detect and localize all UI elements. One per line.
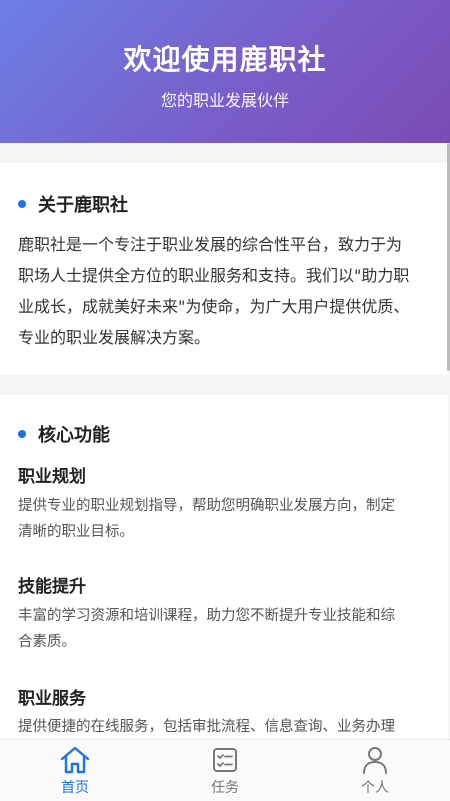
section-bullet-icon [18, 200, 26, 208]
core-section-heading: 核心功能 [18, 421, 110, 447]
about-card: 关于鹿职社 鹿职社是一个专注于职业发展的综合性平台，致力于为 职场人士提供全方位… [0, 163, 448, 375]
core-section-title: 核心功能 [38, 425, 110, 446]
home-icon [60, 746, 90, 774]
about-line: 职场人士提供全方位的职业服务和支持。我们以"助力职 [18, 266, 410, 285]
tab-home-label: 首页 [61, 780, 89, 796]
tab-tasks-label: 任务 [211, 780, 239, 796]
feature-desc-line: 提供专业的职业规划指导，帮助您明确职业发展方向，制定 [18, 498, 395, 514]
feature-desc-career-services: 提供便捷的在线服务，包括审批流程、信息查询、业务办理 [18, 714, 432, 739]
about-section-heading: 关于鹿职社 [18, 191, 128, 217]
tab-profile[interactable]: 个人 [300, 740, 450, 801]
content-scroll-area[interactable]: 关于鹿职社 鹿职社是一个专注于职业发展的综合性平台，致力于为 职场人士提供全方位… [0, 143, 450, 739]
core-features-card: 核心功能 职业规划 提供专业的职业规划指导，帮助您明确职业发展方向，制定 清晰的… [0, 395, 448, 739]
tab-profile-label: 个人 [361, 780, 389, 796]
section-bullet-icon [18, 430, 26, 438]
about-paragraph: 鹿职社是一个专注于职业发展的综合性平台，致力于为 职场人士提供全方位的职业服务和… [18, 229, 432, 353]
feature-title-career-services: 职业服务 [18, 689, 86, 709]
feature-desc-line: 合素质。 [18, 634, 76, 650]
about-line: 专业的职业发展解决方案。 [18, 328, 211, 347]
feature-desc-skill-upgrade: 丰富的学习资源和培训课程，助力您不断提升专业技能和综 合素质。 [18, 603, 432, 655]
feature-desc-line: 清晰的职业目标。 [18, 524, 134, 540]
tab-home[interactable]: 首页 [0, 740, 150, 801]
page-title: 欢迎使用鹿职社 [123, 43, 327, 76]
feature-desc-line: 提供便捷的在线服务，包括审批流程、信息查询、业务办理 [18, 719, 395, 735]
feature-title-skill-upgrade: 技能提升 [18, 577, 86, 597]
feature-title-career-planning: 职业规划 [18, 467, 86, 487]
tab-tasks[interactable]: 任务 [150, 740, 300, 801]
feature-desc-career-planning: 提供专业的职业规划指导，帮助您明确职业发展方向，制定 清晰的职业目标。 [18, 493, 432, 545]
task-list-icon [213, 748, 237, 772]
page-subtitle: 您的职业发展伙伴 [160, 91, 289, 110]
bottom-tab-bar: 首页 任务 个人 [0, 739, 450, 801]
person-icon [363, 747, 387, 774]
feature-desc-line: 丰富的学习资源和培训课程，助力您不断提升专业技能和综 [18, 608, 395, 624]
about-section-title: 关于鹿职社 [38, 195, 128, 216]
about-line: 业成长，成就美好未来"为使命，为广大用户提供优质、 [18, 297, 410, 316]
about-line: 鹿职社是一个专注于职业发展的综合性平台，致力于为 [18, 235, 403, 254]
welcome-header: 欢迎使用鹿职社 您的职业发展伙伴 [0, 0, 450, 143]
